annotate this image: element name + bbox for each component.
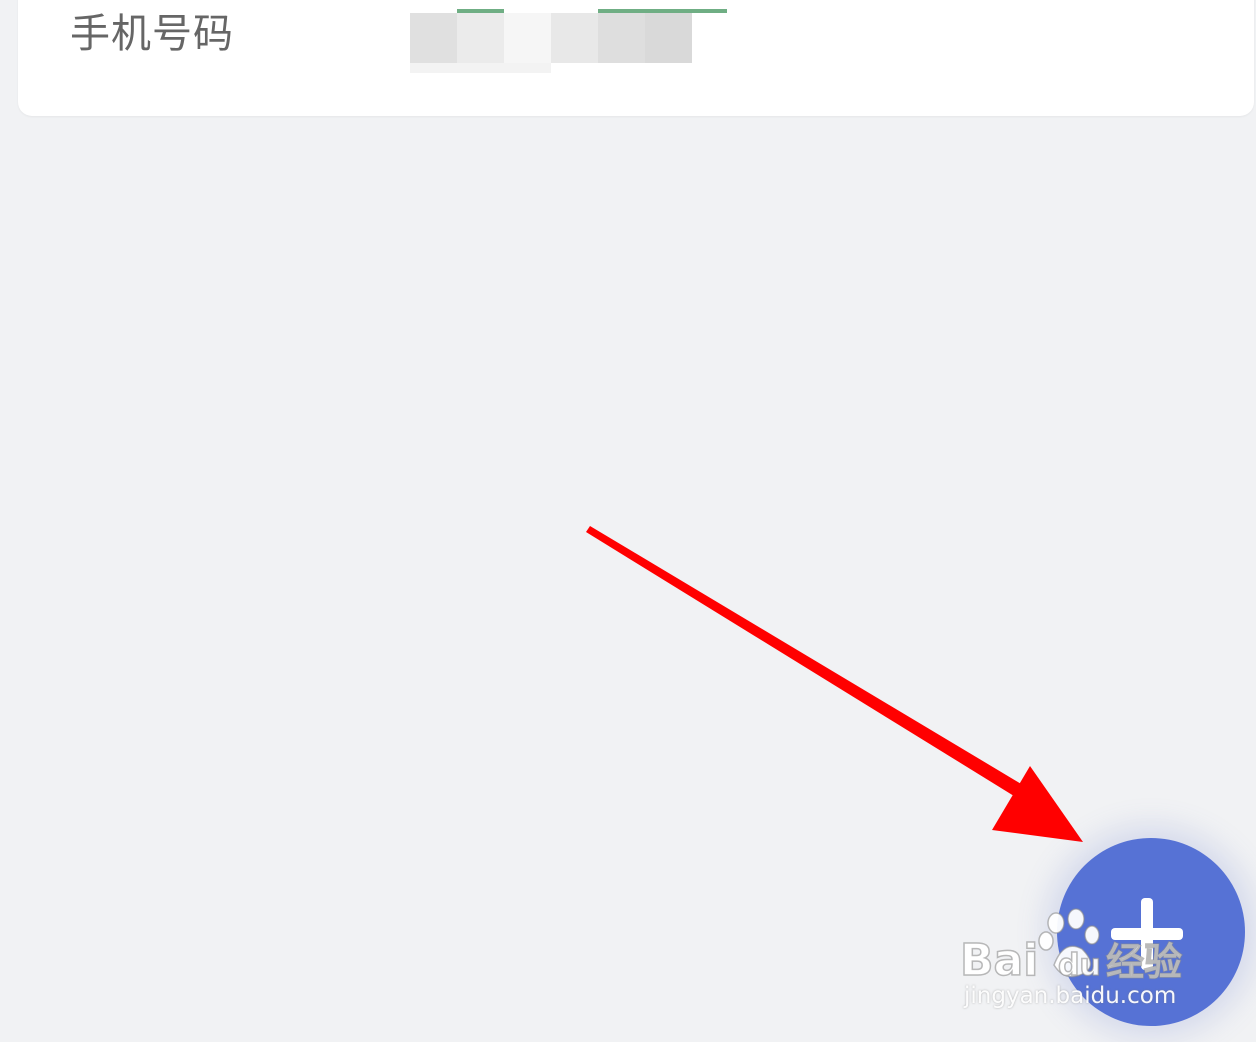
contact-info-card: 手机号码 bbox=[18, 0, 1254, 116]
mosaic-block bbox=[457, 13, 504, 63]
annotation-arrow bbox=[586, 526, 1083, 842]
plus-icon bbox=[1111, 898, 1183, 970]
phone-number-label: 手机号码 bbox=[70, 11, 234, 57]
phone-number-value-redacted[interactable] bbox=[410, 9, 740, 75]
mosaic-block bbox=[551, 13, 598, 63]
mosaic-block bbox=[645, 13, 692, 63]
mosaic-block bbox=[410, 63, 551, 73]
svg-text:Bai: Bai bbox=[960, 935, 1038, 985]
arrow-shaft bbox=[586, 526, 1048, 812]
mosaic-block bbox=[410, 13, 457, 63]
arrow-head bbox=[992, 766, 1083, 842]
mosaic-block bbox=[598, 13, 645, 63]
add-contact-fab-button[interactable] bbox=[1057, 838, 1245, 1026]
